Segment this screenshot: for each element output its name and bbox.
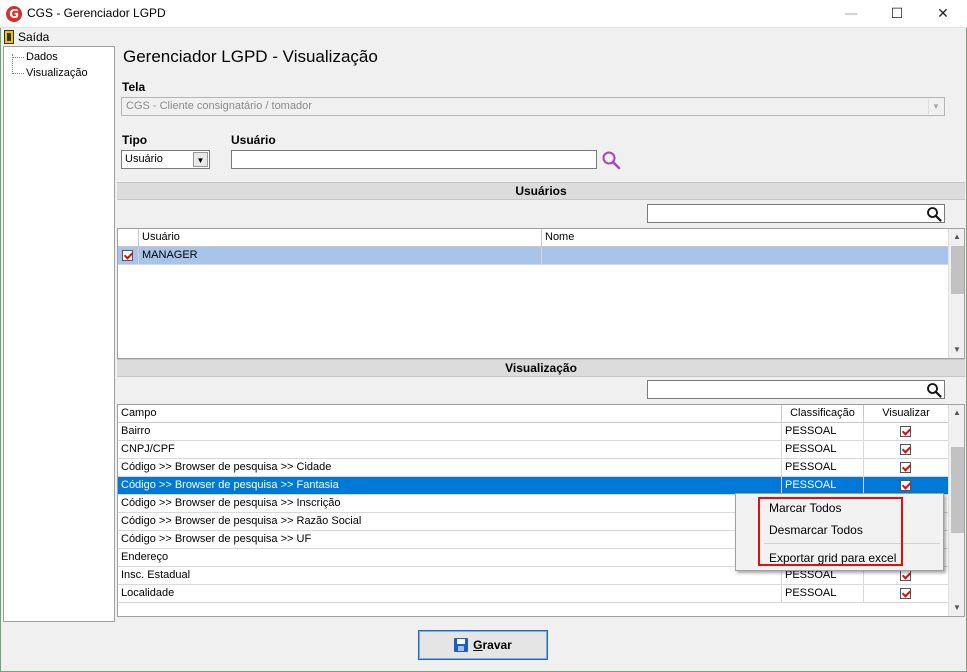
exit-door-icon — [4, 30, 14, 44]
cell-classificacao: PESSOAL — [782, 441, 864, 459]
usuarios-filter-input[interactable] — [647, 204, 945, 223]
chevron-down-icon[interactable]: ▼ — [928, 99, 943, 114]
scrollbar-thumb[interactable] — [951, 246, 964, 294]
visualizacao-scrollbar[interactable]: ▲ ▼ — [948, 405, 964, 616]
tela-select-value: CGS - Cliente consignatário / tomador — [126, 100, 312, 112]
cell-campo: Código >> Browser de pesquisa >> Inscriç… — [118, 495, 782, 513]
visualizar-checkbox[interactable] — [900, 570, 911, 581]
table-row[interactable]: Localidade PESSOAL — [118, 585, 948, 603]
tipo-select-value: Usuário — [125, 153, 163, 165]
visualizar-checkbox[interactable] — [900, 588, 911, 599]
usuarios-scrollbar[interactable]: ▲ ▼ — [948, 229, 964, 358]
scrollbar-thumb[interactable] — [951, 447, 964, 533]
visualizacao-section-header: Visualização — [117, 359, 965, 377]
scroll-up-icon[interactable]: ▲ — [949, 405, 964, 421]
cell-visualizar[interactable] — [864, 585, 948, 603]
tree-branch — [12, 72, 24, 74]
cell-visualizar[interactable] — [864, 423, 948, 441]
save-button-label: Gravar — [473, 638, 512, 652]
menu-item-saida[interactable]: Saída — [4, 29, 49, 45]
tree-branch — [12, 56, 24, 58]
search-icon[interactable] — [926, 382, 942, 398]
usuario-label: Usuário — [231, 133, 276, 147]
table-row[interactable]: Bairro PESSOAL — [118, 423, 948, 441]
annotation-highlight-box — [758, 497, 903, 566]
tela-select[interactable]: CGS - Cliente consignatário / tomador ▼ — [121, 97, 945, 116]
usuarios-grid: Usuário Nome MANAGER ▲ ▼ — [117, 228, 965, 359]
app-logo-icon: G — [6, 6, 22, 22]
cell-classificacao: PESSOAL — [782, 585, 864, 603]
chevron-down-icon[interactable]: ▼ — [193, 152, 208, 167]
maximize-button[interactable]: ☐ — [874, 0, 920, 28]
column-header-classificacao[interactable]: Classificação — [782, 405, 864, 423]
cell-usuario: MANAGER — [139, 247, 542, 265]
cell-campo: Código >> Browser de pesquisa >> Cidade — [118, 459, 782, 477]
search-icon[interactable] — [601, 150, 621, 170]
tela-label: Tela — [122, 80, 146, 94]
minimize-button[interactable]: — — [828, 0, 874, 28]
column-header-usuario[interactable]: Usuário — [139, 229, 542, 247]
row-checkbox[interactable] — [122, 250, 133, 261]
tipo-label: Tipo — [122, 133, 148, 147]
cell-campo: Código >> Browser de pesquisa >> UF — [118, 531, 782, 549]
scroll-down-icon[interactable]: ▼ — [949, 600, 964, 616]
visualizar-checkbox[interactable] — [900, 480, 911, 491]
tree-item-dados[interactable]: Dados — [12, 51, 58, 63]
tree-item-label: Dados — [26, 51, 58, 63]
search-icon[interactable] — [926, 206, 942, 222]
column-header-visualizar[interactable]: Visualizar — [864, 405, 948, 423]
navigation-tree: Dados Visualização — [3, 46, 115, 622]
cell-campo: Código >> Browser de pesquisa >> Fantasi… — [118, 477, 782, 495]
table-row[interactable]: Código >> Browser de pesquisa >> Cidade P… — [118, 459, 948, 477]
visualizar-checkbox[interactable] — [900, 426, 911, 437]
tree-item-label: Visualização — [26, 67, 88, 79]
visualizacao-grid-header: Campo Classificação Visualizar — [118, 405, 948, 423]
usuarios-section-header: Usuários — [117, 182, 965, 200]
cell-campo: Endereço — [118, 549, 782, 567]
cell-campo: Bairro — [118, 423, 782, 441]
scroll-up-icon[interactable]: ▲ — [949, 229, 964, 245]
tree-item-visualizacao[interactable]: Visualização — [12, 67, 88, 79]
column-header-nome[interactable]: Nome — [542, 229, 948, 247]
floppy-disk-icon — [454, 638, 469, 652]
cell-classificacao: PESSOAL — [782, 423, 864, 441]
scroll-down-icon[interactable]: ▼ — [949, 342, 964, 358]
cell-visualizar[interactable] — [864, 441, 948, 459]
cell-campo: CNPJ/CPF — [118, 441, 782, 459]
cell-campo: Localidade — [118, 585, 782, 603]
menu-bar: Saída — [1, 28, 966, 46]
table-row[interactable]: CNPJ/CPF PESSOAL — [118, 441, 948, 459]
menu-item-saida-label: Saída — [18, 30, 50, 44]
table-row[interactable]: MANAGER — [118, 247, 948, 265]
row-checkbox-cell[interactable] — [118, 247, 139, 265]
page-title: Gerenciador LGPD - Visualização — [123, 47, 378, 66]
visualizacao-filter-input[interactable] — [647, 380, 945, 399]
visualizar-checkbox[interactable] — [900, 444, 911, 455]
cell-nome — [542, 247, 948, 265]
usuarios-grid-header: Usuário Nome — [118, 229, 948, 247]
window-title: CGS - Gerenciador LGPD — [27, 6, 166, 20]
cell-visualizar[interactable] — [864, 459, 948, 477]
visualizar-checkbox[interactable] — [900, 462, 911, 473]
cell-campo: Insc. Estadual — [118, 567, 782, 585]
save-button[interactable]: Gravar — [418, 630, 548, 660]
close-button[interactable]: ✕ — [920, 0, 966, 28]
usuario-input[interactable] — [231, 150, 597, 169]
column-header-campo[interactable]: Campo — [118, 405, 782, 423]
cell-campo: Código >> Browser de pesquisa >> Razão S… — [118, 513, 782, 531]
column-header-select[interactable] — [118, 229, 139, 247]
tipo-select[interactable]: Usuário ▼ — [121, 150, 210, 169]
cell-classificacao: PESSOAL — [782, 459, 864, 477]
